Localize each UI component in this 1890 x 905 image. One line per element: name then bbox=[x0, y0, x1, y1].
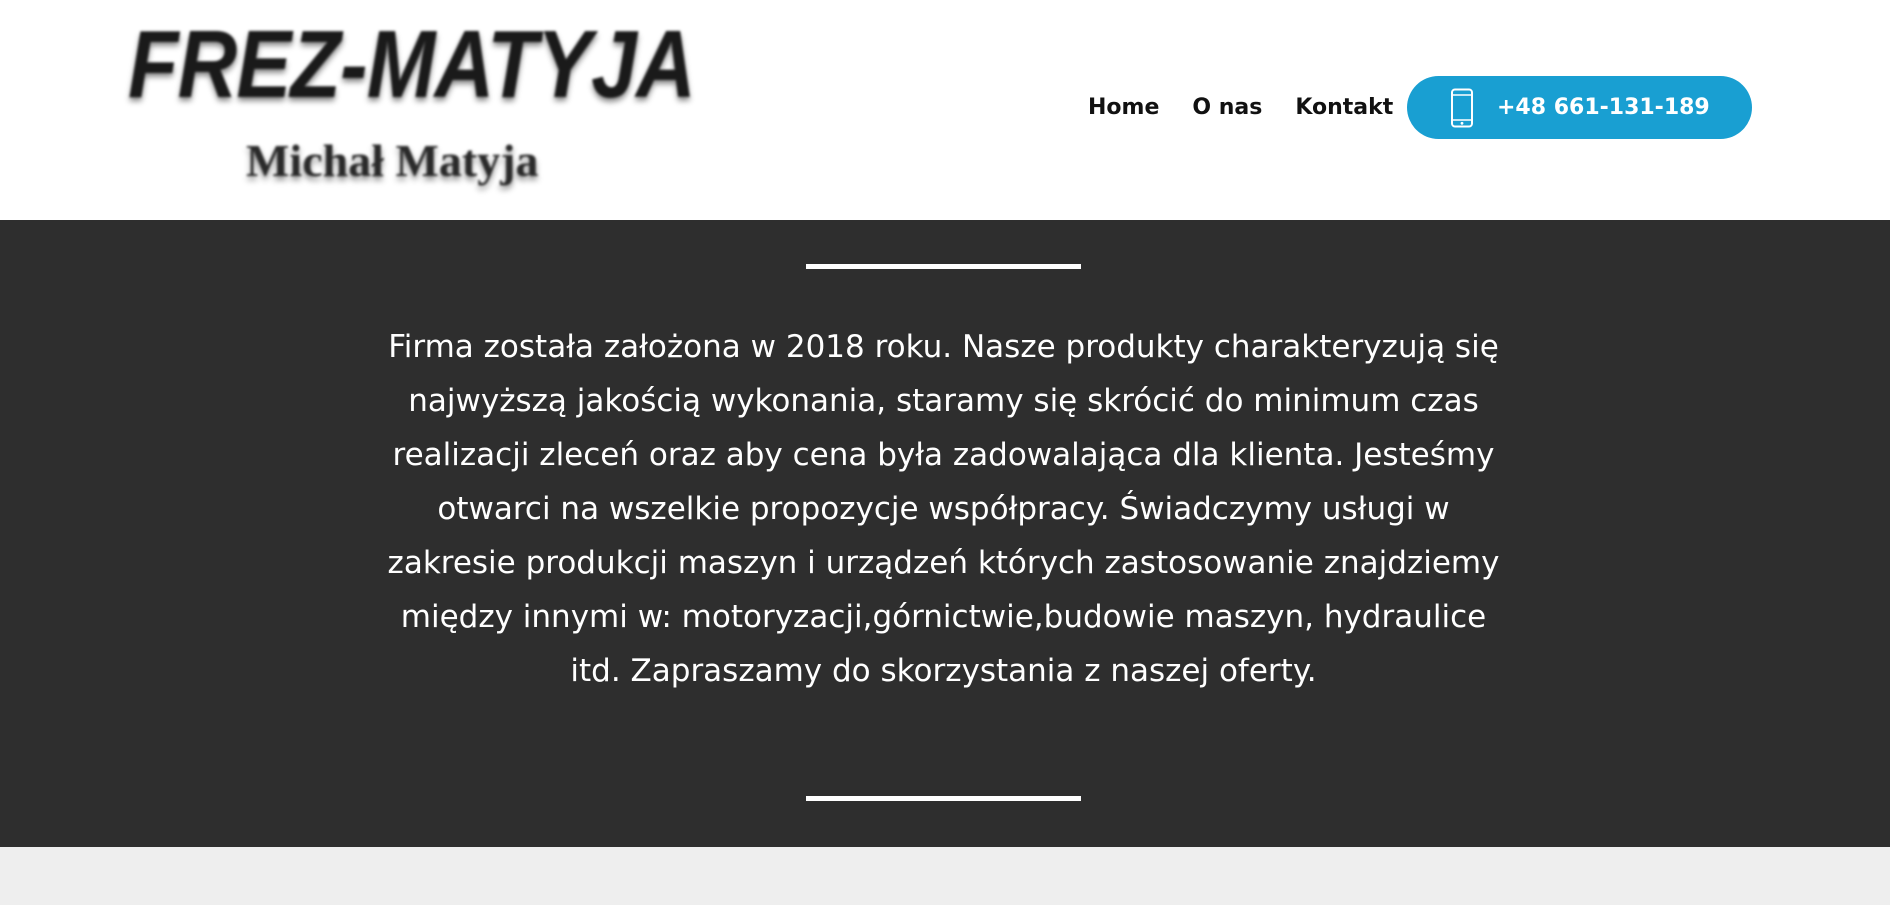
site-header: FREZ-MATYJA Michał Matyja Home O nas Kon… bbox=[0, 0, 1890, 220]
nav-item-kontakt[interactable]: Kontakt bbox=[1295, 88, 1393, 128]
main-nav: Home O nas Kontakt bbox=[1088, 88, 1393, 128]
nav-item-o-nas[interactable]: O nas bbox=[1192, 88, 1262, 128]
logo[interactable]: FREZ-MATYJA Michał Matyja bbox=[122, 8, 696, 198]
smartphone-icon bbox=[1450, 88, 1474, 128]
logo-subtitle: Michał Matyja bbox=[246, 135, 539, 186]
divider-top bbox=[806, 264, 1081, 269]
next-section bbox=[0, 847, 1890, 905]
nav-item-home[interactable]: Home bbox=[1088, 88, 1159, 128]
about-section: Firma została założona w 2018 roku. Nasz… bbox=[0, 220, 1890, 847]
divider-bottom bbox=[806, 796, 1081, 801]
logo-title: FREZ-MATYJA bbox=[128, 11, 696, 118]
phone-number: +48 661-131-189 bbox=[1497, 95, 1710, 120]
about-text: Firma została założona w 2018 roku. Nasz… bbox=[387, 329, 1500, 689]
phone-button[interactable]: +48 661-131-189 bbox=[1407, 76, 1752, 139]
